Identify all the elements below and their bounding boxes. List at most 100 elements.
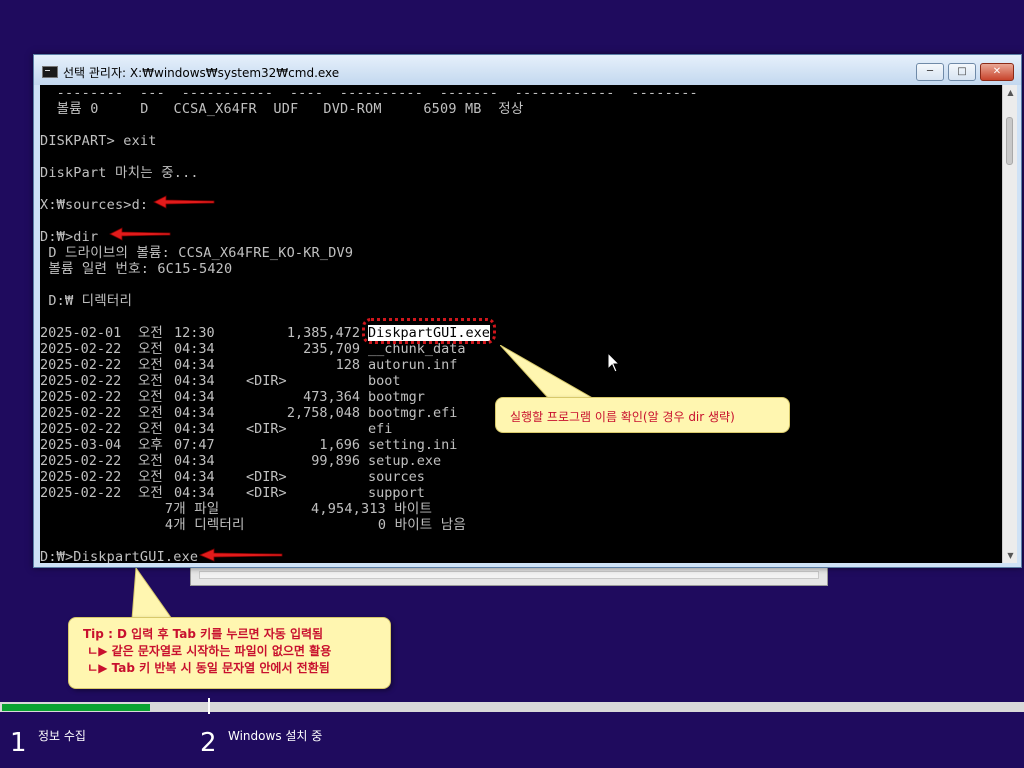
dir-row: 2025-02-22 오전 04:34 <DIR> sources — [40, 469, 560, 485]
close-button[interactable]: ✕ — [980, 63, 1014, 81]
setup-progress-fill — [2, 704, 151, 711]
tip-line: ㄴ▶ 같은 문자열로 시작하는 파일이 없으면 활용 — [83, 644, 332, 658]
console-output[interactable]: -------- --- ----------- ---- ----------… — [40, 85, 1002, 563]
callout-tail-icon — [131, 568, 173, 620]
dir-time: 04:34 — [174, 389, 215, 405]
dir-ampm: 오전 — [138, 389, 163, 405]
dir-filename: sources — [368, 469, 425, 485]
dir-ampm: 오전 — [138, 453, 163, 469]
dir-time: 04:34 — [174, 341, 215, 357]
scroll-up-icon[interactable]: ▲ — [1003, 85, 1018, 100]
console-line: DISKPART> exit — [40, 133, 157, 149]
dir-date: 2025-02-01 — [40, 325, 122, 341]
console-line: D 드라이브의 볼륨: CCSA_X64FRE_KO-KR_DV9 — [40, 245, 354, 261]
dir-time: 04:34 — [174, 405, 215, 421]
dir-ampm: 오전 — [138, 325, 163, 341]
dir-date: 2025-03-04 — [40, 437, 122, 453]
cmd-icon — [42, 66, 58, 78]
summary-files: 7개 파일 4,954,313 바이트 — [40, 501, 433, 517]
dir-size: 2,758,048 — [286, 405, 360, 421]
scroll-thumb[interactable] — [1006, 117, 1013, 165]
dir-row: 2025-02-22 오전 04:34 99,896 setup.exe — [40, 453, 560, 469]
dir-filename: boot — [368, 373, 401, 389]
scroll-down-icon[interactable]: ▼ — [1003, 548, 1018, 563]
step-number: 2 — [200, 728, 217, 758]
setup-progress-track — [0, 702, 1024, 712]
console-line: D:₩>dir — [40, 229, 99, 245]
dir-time: 04:34 — [174, 373, 215, 389]
tip-line: ㄴ▶ Tab 키 반복 시 동일 문자열 안에서 전환됨 — [83, 661, 330, 675]
console-line: D:₩ 디렉터리 — [40, 293, 133, 309]
callout-tail-icon — [500, 345, 598, 401]
dir-time: 04:34 — [174, 357, 215, 373]
summary-dirs: 4개 디렉터리 0 바이트 남음 — [40, 517, 466, 533]
setup-window-background — [190, 566, 828, 586]
dir-type: <DIR> — [246, 421, 287, 437]
dir-filename: support — [368, 485, 425, 501]
dir-size: 1,385,472 — [286, 325, 360, 341]
minimize-button[interactable]: ─ — [916, 63, 944, 81]
dir-ampm: 오전 — [138, 373, 163, 389]
setup-window-field — [199, 571, 819, 579]
dir-row: 2025-02-22 오전 04:34 <DIR> efi — [40, 421, 560, 437]
dir-type: <DIR> — [246, 469, 287, 485]
dir-size: 1,696 — [319, 437, 360, 453]
console-line: X:₩sources>d: — [40, 197, 149, 213]
dir-ampm: 오전 — [138, 469, 163, 485]
dir-time: 04:34 — [174, 485, 215, 501]
cmd-window[interactable]: 선택 관리자: X:₩windows₩system32₩cmd.exe ─ □ … — [33, 54, 1022, 568]
dir-type: <DIR> — [246, 485, 287, 501]
vertical-scrollbar[interactable]: ▲ ▼ — [1002, 85, 1017, 563]
dir-type: <DIR> — [246, 373, 287, 389]
dir-date: 2025-02-22 — [40, 421, 122, 437]
step-number: 1 — [10, 728, 27, 758]
dir-date: 2025-02-22 — [40, 357, 122, 373]
dir-time: 04:34 — [174, 421, 215, 437]
dir-time: 04:34 — [174, 469, 215, 485]
dir-time: 04:34 — [174, 453, 215, 469]
dir-row: 2025-02-22 오전 04:34 2,758,048 bootmgr.efi — [40, 405, 560, 421]
dir-time: 12:30 — [174, 325, 215, 341]
dir-ampm: 오전 — [138, 357, 163, 373]
console-line: 볼륨 0 D CCSA_X64FR UDF DVD-ROM 6509 MB 정상 — [40, 101, 524, 117]
dir-time: 07:47 — [174, 437, 215, 453]
dir-row: 2025-03-04 오후 07:47 1,696 setting.ini — [40, 437, 560, 453]
mouse-cursor-icon — [607, 352, 621, 373]
console-line: -------- --- ----------- ---- ----------… — [40, 85, 698, 101]
dir-date: 2025-02-22 — [40, 341, 122, 357]
dir-filename: setup.exe — [368, 453, 442, 469]
console-line: DiskPart 마치는 중... — [40, 165, 199, 181]
window-title: 선택 관리자: X:₩windows₩system32₩cmd.exe — [63, 66, 340, 80]
dir-row: 2025-02-22 오전 04:34 <DIR> support — [40, 485, 560, 501]
arrow-annotation-icon — [153, 195, 215, 209]
step-label: 정보 수집 — [38, 729, 86, 743]
arrow-annotation-icon — [109, 227, 171, 241]
dir-filename: autorun.inf — [368, 357, 458, 373]
dir-ampm: 오전 — [138, 341, 163, 357]
title-bar[interactable]: 선택 관리자: X:₩windows₩system32₩cmd.exe ─ □ … — [34, 55, 1021, 85]
dir-ampm: 오전 — [138, 421, 163, 437]
maximize-button[interactable]: □ — [948, 63, 976, 81]
dir-size: 128 — [335, 357, 360, 373]
dir-filename: efi — [368, 421, 393, 437]
console-line: 볼륨 일련 번호: 6C15-5420 — [40, 261, 233, 277]
dir-date: 2025-02-22 — [40, 389, 122, 405]
tip-callout: Tip : D 입력 후 Tab 키를 누르면 자동 입력됨 ㄴ▶ 같은 문자열… — [68, 617, 391, 689]
dir-filename: bootmgr — [368, 389, 425, 405]
dir-ampm: 오후 — [138, 437, 163, 453]
arrow-annotation-icon — [198, 548, 283, 562]
dir-filename: bootmgr.efi — [368, 405, 458, 421]
dir-size: 235,709 — [303, 341, 360, 357]
dir-row: 2025-02-22 오전 04:34 473,364 bootmgr — [40, 389, 560, 405]
dir-size: 99,896 — [311, 453, 360, 469]
dir-date: 2025-02-22 — [40, 453, 122, 469]
dir-date: 2025-02-22 — [40, 405, 122, 421]
tip-line: Tip : D 입력 후 Tab 키를 누르면 자동 입력됨 — [83, 627, 324, 641]
dir-date: 2025-02-22 — [40, 469, 122, 485]
dir-row: 2025-02-22 오전 04:34 <DIR> boot — [40, 373, 560, 389]
program-name-callout: 실행할 프로그램 이름 확인(알 경우 dir 생략) — [495, 397, 790, 433]
dir-date: 2025-02-22 — [40, 485, 122, 501]
dir-ampm: 오전 — [138, 405, 163, 421]
progress-step-divider — [208, 698, 210, 714]
command-prompt[interactable]: D:₩>DiskpartGUI.exe — [40, 549, 198, 563]
